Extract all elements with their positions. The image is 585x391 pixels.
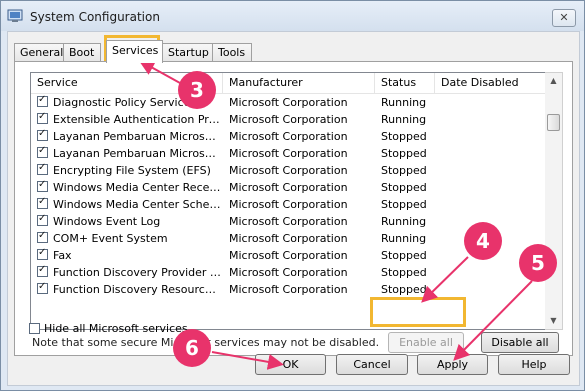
arrow-to-apply [453,280,533,361]
arrow-to-services-tab [138,60,181,84]
callout-4: 4 [464,222,502,260]
tab-services[interactable]: Services [106,40,163,63]
annotation-arrows [138,60,533,370]
callout-6: 6 [173,329,211,367]
tab-label: Services [112,44,159,57]
callout-5: 5 [519,244,557,282]
arrow-to-ok [211,351,284,370]
arrow-to-enable-all [421,256,469,303]
callout-3: 3 [178,71,216,109]
